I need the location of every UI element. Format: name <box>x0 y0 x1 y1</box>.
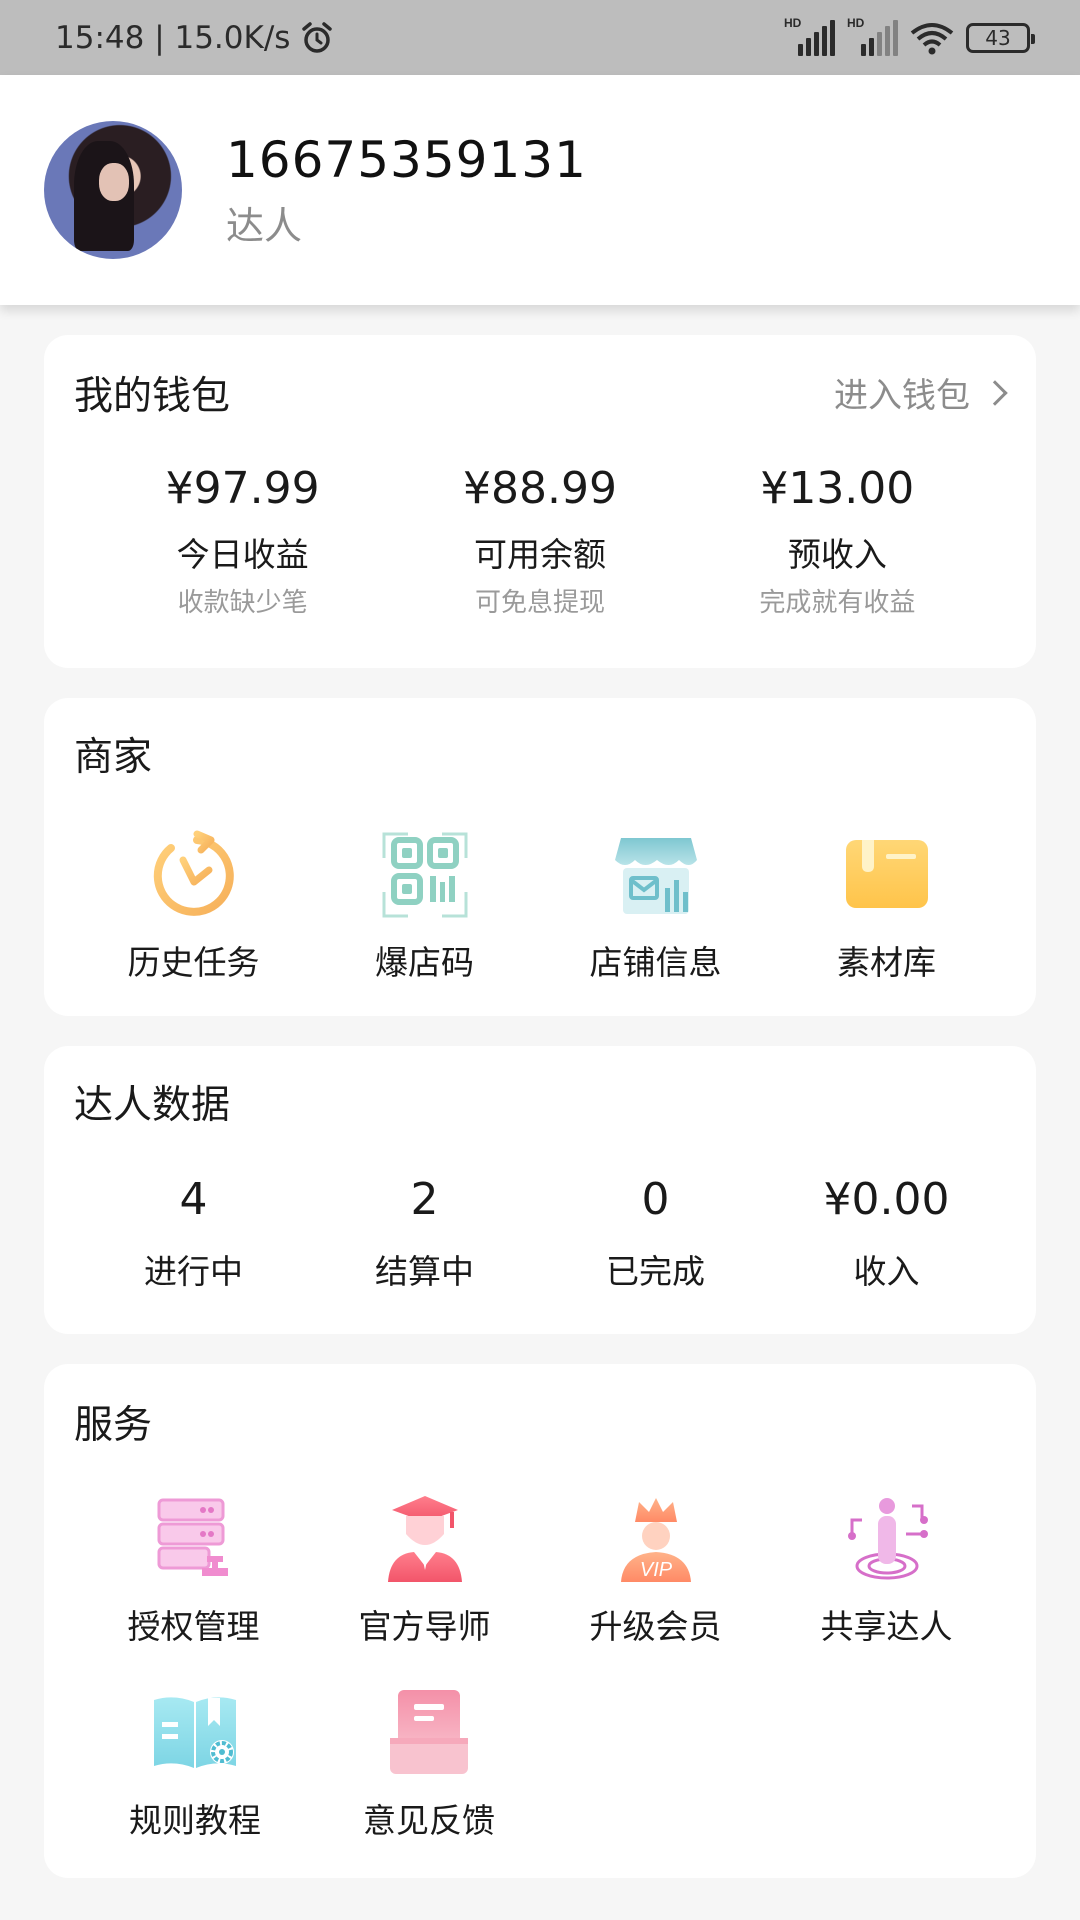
service-item-mentor[interactable]: 官方导师 <box>309 1494 540 1648</box>
wifi-icon <box>910 21 954 55</box>
wallet-label: 可用余额 <box>473 535 606 574</box>
wallet-card: 我的钱包 进入钱包 ¥97.99 今日收益 收款缺少笔 ¥88.99 可用余额 … <box>44 335 1036 668</box>
stat-value: 0 <box>641 1174 670 1225</box>
service-item-authorization[interactable]: 授权管理 <box>78 1494 309 1648</box>
stat-label: 进行中 <box>144 1252 243 1291</box>
qr-code-icon <box>380 830 470 920</box>
enter-wallet-label: 进入钱包 <box>834 376 970 416</box>
service-label: 授权管理 <box>127 1607 260 1646</box>
stat-value: 2 <box>410 1174 439 1225</box>
wallet-amount: ¥88.99 <box>463 463 617 514</box>
service-item-rules-tutorial[interactable]: 规则教程 <box>78 1688 312 1842</box>
stat-item-completed[interactable]: 0 已完成 <box>540 1174 771 1293</box>
service-label: 共享达人 <box>820 1607 953 1646</box>
svg-text:VIP: VIP <box>639 1559 672 1581</box>
wallet-label: 今日收益 <box>176 535 309 574</box>
folder-icon <box>842 830 932 920</box>
graduate-icon <box>380 1494 470 1584</box>
influencer-stats-card: 达人数据 4 进行中 2 结算中 0 已完成 ¥0.00 收入 <box>44 1046 1036 1334</box>
service-item-feedback[interactable]: 意见反馈 <box>312 1688 546 1842</box>
alarm-icon <box>300 21 334 55</box>
stat-label: 收入 <box>853 1252 920 1291</box>
wallet-amount: ¥13.00 <box>760 463 915 514</box>
merchant-item-materials[interactable]: 素材库 <box>771 830 1002 984</box>
wallet-title: 我的钱包 <box>74 374 231 419</box>
wallet-item-today[interactable]: ¥97.99 今日收益 收款缺少笔 <box>94 463 391 619</box>
profile-phone: 16675359131 <box>226 130 587 189</box>
chevron-right-icon <box>982 379 1008 406</box>
wallet-label: 预收入 <box>787 535 887 574</box>
merchant-item-qrcode[interactable]: 爆店码 <box>309 830 540 984</box>
store-icon <box>611 830 701 920</box>
battery-level: 43 <box>985 25 1011 50</box>
wallet-sublabel: 收款缺少笔 <box>177 588 308 618</box>
merchant-card: 商家 历史任务 爆店码 店铺信息 素材库 <box>44 698 1036 1016</box>
stat-label: 结算中 <box>375 1252 474 1291</box>
share-person-icon <box>842 1494 932 1584</box>
stat-label: 已完成 <box>606 1252 705 1291</box>
battery-indicator: 43 <box>966 22 1035 53</box>
enter-wallet-link[interactable]: 进入钱包 <box>834 368 1008 417</box>
signal-hd-icon: HD <box>784 16 835 56</box>
stat-item-income[interactable]: ¥0.00 收入 <box>771 1174 1002 1293</box>
status-time-speed: 15:48 | 15.0K/s <box>55 19 291 56</box>
wallet-item-available[interactable]: ¥88.99 可用余额 可免息提现 <box>391 463 688 619</box>
server-stamp-icon <box>149 1494 239 1584</box>
merchant-label: 店铺信息 <box>589 943 722 982</box>
clock-icon <box>149 830 239 920</box>
service-item-shared-influencer[interactable]: 共享达人 <box>771 1494 1002 1648</box>
service-label: 意见反馈 <box>363 1801 495 1840</box>
feedback-box-icon <box>384 1688 474 1778</box>
wallet-sublabel: 可免息提现 <box>474 588 605 618</box>
stat-value: ¥0.00 <box>823 1174 950 1225</box>
wallet-sublabel: 完成就有收益 <box>759 588 916 618</box>
stat-item-settling[interactable]: 2 结算中 <box>309 1174 540 1293</box>
service-title: 服务 <box>74 1403 153 1448</box>
stats-title: 达人数据 <box>74 1083 231 1128</box>
merchant-item-store-info[interactable]: 店铺信息 <box>540 830 771 984</box>
merchant-label: 历史任务 <box>127 943 260 982</box>
service-card: 服务 授权管理 官方导师 VIP 升级会员 共享达人 规则教程 意见反馈 <box>44 1364 1036 1878</box>
merchant-item-history[interactable]: 历史任务 <box>78 830 309 984</box>
status-bar: 15:48 | 15.0K/s HD HD 43 <box>0 0 1080 75</box>
merchant-label: 素材库 <box>837 943 936 982</box>
merchant-title: 商家 <box>74 735 153 780</box>
stat-value: 4 <box>179 1174 208 1225</box>
vip-crown-icon: VIP <box>611 1494 701 1584</box>
book-gear-icon <box>150 1688 240 1778</box>
avatar[interactable] <box>44 121 182 259</box>
wallet-item-pending[interactable]: ¥13.00 预收入 完成就有收益 <box>689 463 986 619</box>
wallet-amount: ¥97.99 <box>165 463 320 514</box>
profile-header[interactable]: 16675359131 达人 <box>0 75 1080 305</box>
merchant-label: 爆店码 <box>375 943 474 982</box>
stat-item-in-progress[interactable]: 4 进行中 <box>78 1174 309 1293</box>
service-label: 官方导师 <box>358 1607 491 1646</box>
service-item-upgrade-vip[interactable]: VIP 升级会员 <box>540 1494 771 1648</box>
service-label: 升级会员 <box>589 1607 722 1646</box>
signal-hd-icon: HD <box>847 16 898 56</box>
service-label: 规则教程 <box>129 1801 261 1840</box>
profile-role: 达人 <box>226 203 303 248</box>
